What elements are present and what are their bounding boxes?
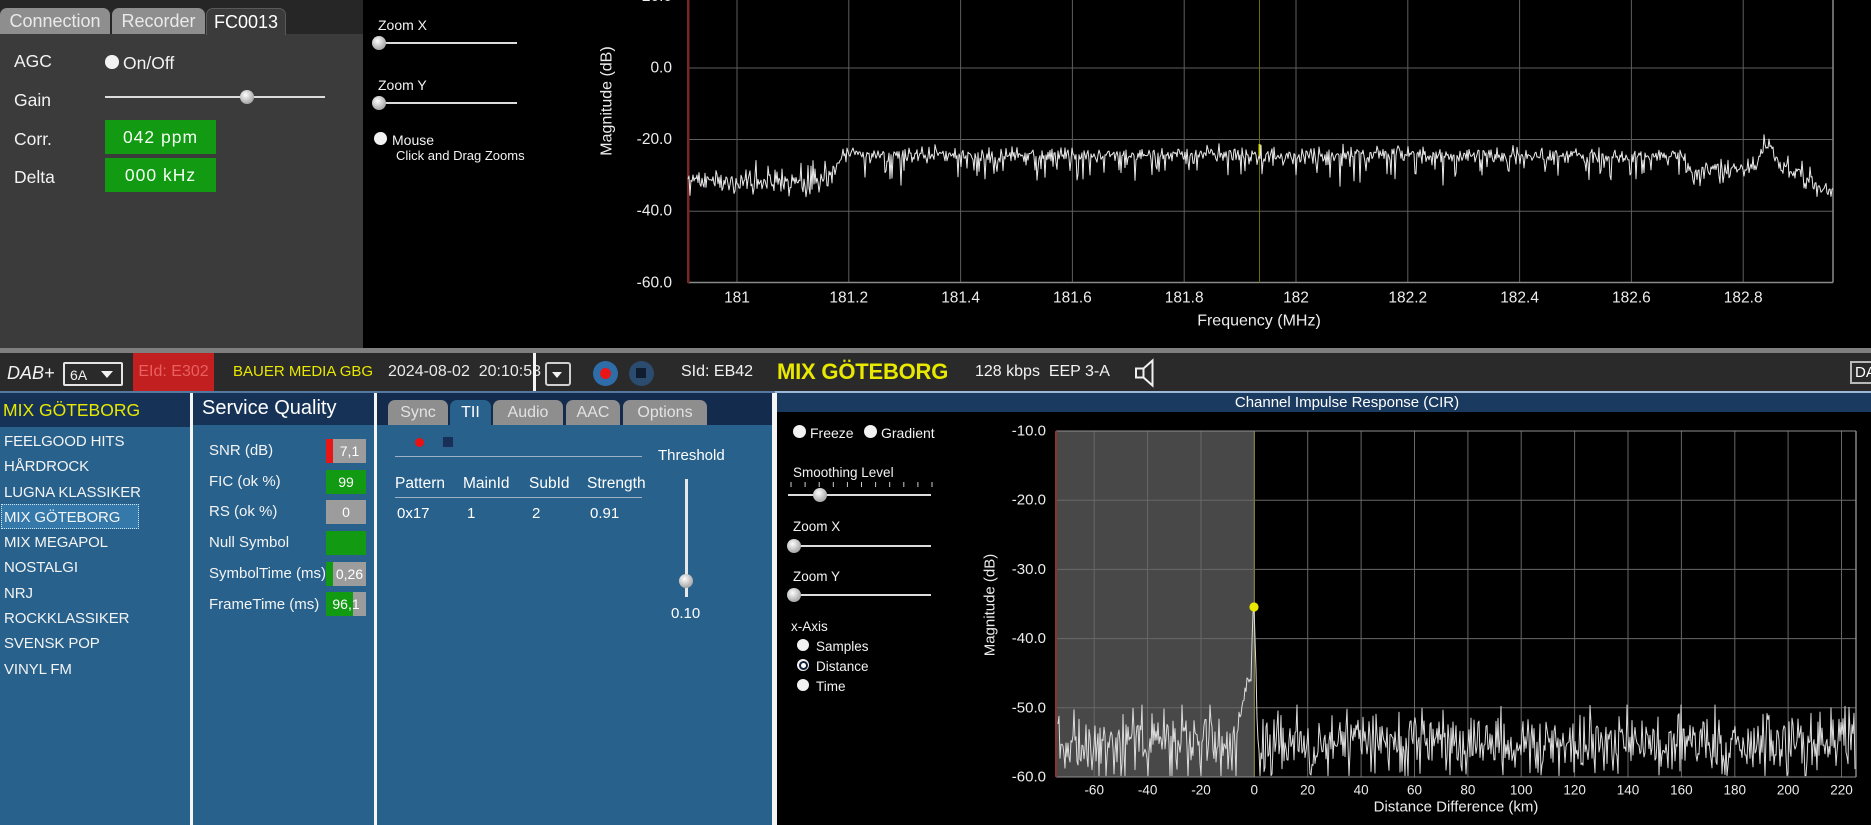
- svg-text:182.8: 182.8: [1724, 290, 1763, 307]
- svg-text:120: 120: [1563, 783, 1586, 798]
- svg-text:200: 200: [1777, 783, 1800, 798]
- svg-text:182: 182: [1283, 290, 1309, 307]
- svg-text:-60.0: -60.0: [1012, 769, 1046, 786]
- svg-text:-30.0: -30.0: [1012, 561, 1046, 578]
- svg-text:-40: -40: [1138, 783, 1158, 798]
- svg-text:40: 40: [1354, 783, 1369, 798]
- svg-text:Frequency (MHz): Frequency (MHz): [1197, 313, 1321, 330]
- svg-text:182.6: 182.6: [1612, 290, 1651, 307]
- svg-text:20.0: 20.0: [642, 0, 673, 5]
- svg-text:Magnitude (dB): Magnitude (dB): [599, 46, 616, 155]
- svg-text:182.4: 182.4: [1500, 290, 1539, 307]
- svg-text:181.4: 181.4: [941, 290, 980, 307]
- svg-text:Magnitude (dB): Magnitude (dB): [982, 554, 999, 657]
- svg-text:220: 220: [1830, 783, 1853, 798]
- svg-text:-60: -60: [1084, 783, 1104, 798]
- svg-text:140: 140: [1617, 783, 1640, 798]
- svg-text:181.6: 181.6: [1053, 290, 1092, 307]
- svg-text:0: 0: [1251, 783, 1259, 798]
- svg-text:160: 160: [1670, 783, 1693, 798]
- svg-text:181: 181: [724, 290, 750, 307]
- svg-text:182.2: 182.2: [1388, 290, 1427, 307]
- svg-text:100: 100: [1510, 783, 1533, 798]
- svg-text:-40.0: -40.0: [1012, 630, 1046, 647]
- svg-text:Distance Difference (km): Distance Difference (km): [1374, 799, 1539, 816]
- svg-text:-60.0: -60.0: [637, 274, 673, 291]
- svg-text:-10.0: -10.0: [1012, 423, 1046, 440]
- svg-text:60: 60: [1407, 783, 1422, 798]
- svg-text:-20: -20: [1191, 783, 1211, 798]
- svg-text:80: 80: [1460, 783, 1475, 798]
- svg-text:-50.0: -50.0: [1012, 699, 1046, 716]
- svg-text:-20.0: -20.0: [637, 131, 673, 148]
- svg-text:20: 20: [1300, 783, 1315, 798]
- svg-text:0.0: 0.0: [650, 60, 672, 77]
- svg-text:180: 180: [1724, 783, 1747, 798]
- svg-text:181.2: 181.2: [829, 290, 868, 307]
- svg-text:-40.0: -40.0: [637, 203, 673, 220]
- svg-text:-20.0: -20.0: [1012, 492, 1046, 509]
- svg-text:181.8: 181.8: [1165, 290, 1204, 307]
